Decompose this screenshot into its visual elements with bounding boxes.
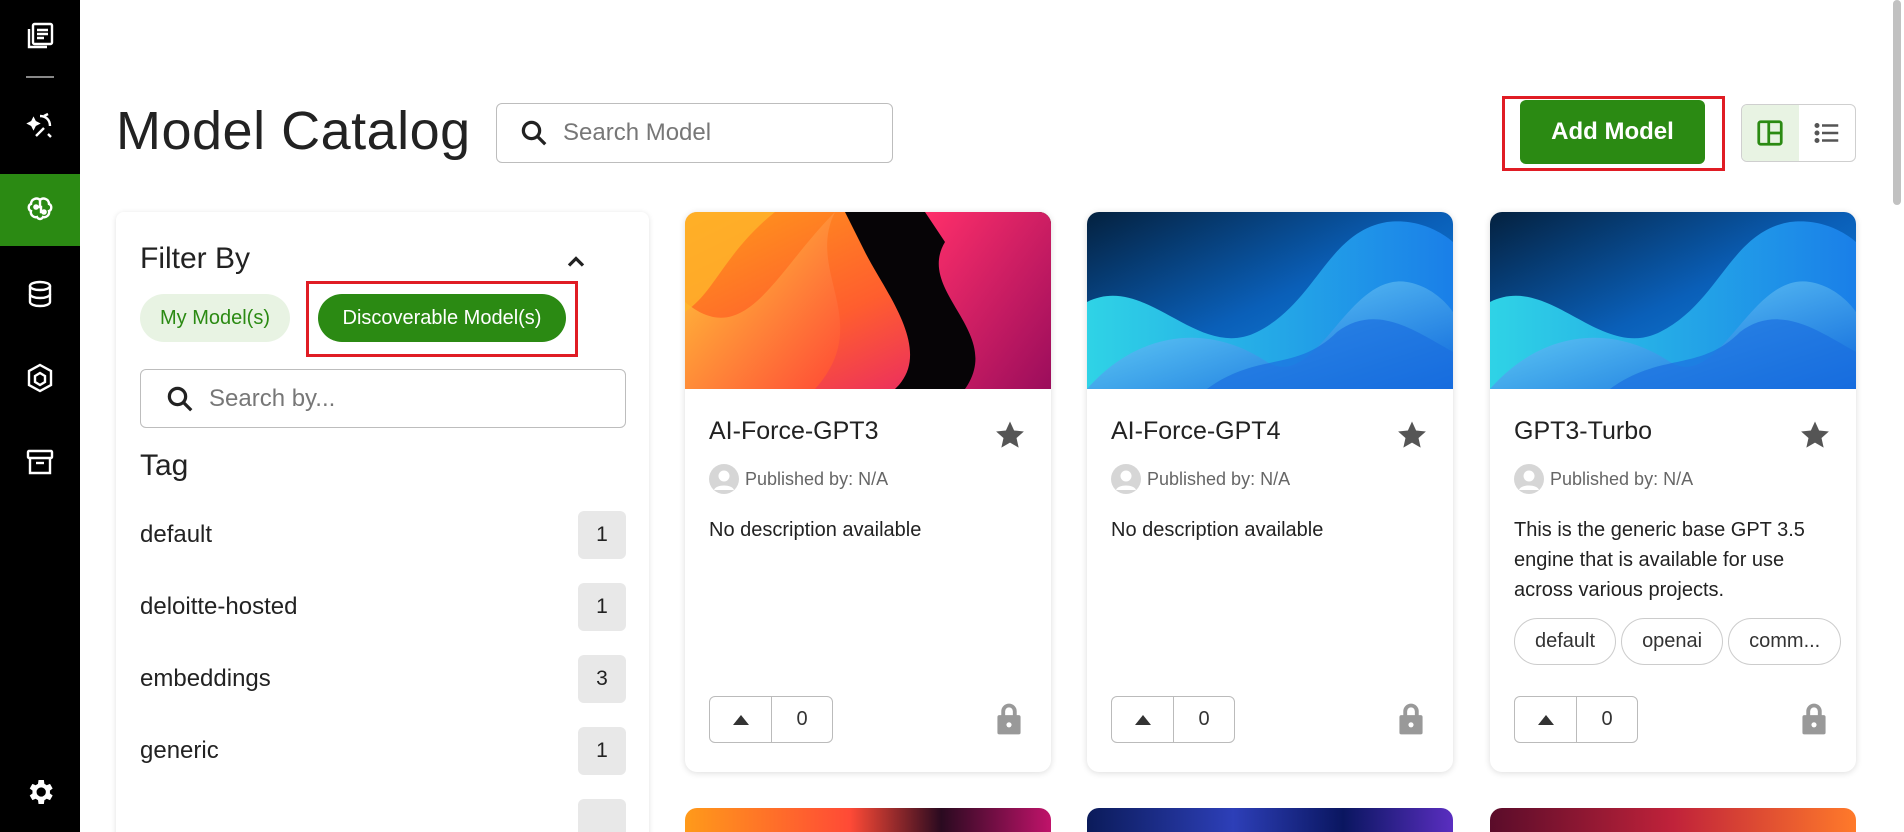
- card-cover-image: [1490, 212, 1856, 389]
- page-scrollbar[interactable]: [1893, 0, 1901, 205]
- star-icon[interactable]: [993, 418, 1027, 452]
- notebook-icon: [27, 22, 54, 49]
- nav-ai[interactable]: [0, 90, 80, 162]
- search-icon: [521, 120, 547, 146]
- tag-name: default: [140, 521, 213, 548]
- card-tag[interactable]: comm...: [1728, 618, 1842, 665]
- card-description: No description available: [709, 519, 922, 541]
- filter-panel: Filter By My Model(s) Discoverable Model…: [116, 212, 649, 832]
- lock-icon: [1399, 703, 1423, 735]
- upvote-button[interactable]: [1112, 697, 1174, 742]
- vote-count: 0: [1601, 708, 1613, 730]
- grid-view-button[interactable]: [1742, 105, 1799, 161]
- card-cover-image: [1087, 212, 1453, 389]
- tag-name: generic: [140, 737, 219, 764]
- my-models-chip[interactable]: My Model(s): [140, 294, 290, 342]
- tag-name: deloitte-hosted: [140, 593, 298, 620]
- brain-icon: [27, 197, 53, 221]
- avatar-icon: [1514, 464, 1544, 494]
- tag-count-partial: [578, 799, 626, 832]
- archive-icon: [26, 449, 54, 475]
- nav-divider: [26, 76, 54, 78]
- add-model-button[interactable]: Add Model: [1520, 100, 1705, 164]
- left-nav: [0, 0, 80, 832]
- triangle-up-icon: [732, 714, 749, 725]
- tag-heading: Tag: [140, 449, 189, 482]
- card-tags: default openai comm...: [1514, 618, 1842, 665]
- upvote-control: 0: [1514, 696, 1638, 743]
- card-title: AI-Force-GPT4: [1111, 417, 1281, 445]
- model-card-partial[interactable]: [1087, 808, 1453, 832]
- nav-settings[interactable]: [0, 756, 80, 828]
- card-description: This is the generic base GPT 3.5 engine …: [1514, 519, 1805, 601]
- upvote-button[interactable]: [710, 697, 772, 742]
- star-icon[interactable]: [1798, 418, 1832, 452]
- card-title: GPT3-Turbo: [1514, 417, 1653, 445]
- nav-packages[interactable]: [0, 342, 80, 414]
- nav-data[interactable]: [0, 258, 80, 330]
- tag-count: 1: [578, 727, 626, 775]
- model-card[interactable]: AI-Force-GPT3 Published by: N/A No descr…: [685, 212, 1051, 772]
- search-icon: [167, 386, 193, 411]
- avatar-icon: [709, 464, 739, 494]
- card-tag[interactable]: openai: [1621, 618, 1724, 665]
- triangle-up-icon: [1537, 714, 1554, 725]
- model-search[interactable]: [496, 103, 893, 163]
- tag-count: 1: [578, 583, 626, 631]
- database-icon: [28, 280, 52, 308]
- tag-item[interactable]: [140, 798, 626, 832]
- vote-count: 0: [1198, 708, 1210, 730]
- tag-search[interactable]: [140, 369, 626, 428]
- tag-item[interactable]: generic 1: [140, 726, 626, 776]
- card-publisher: Published by: N/A: [1111, 464, 1290, 494]
- tag-search-input[interactable]: [209, 384, 589, 413]
- chevron-up-icon[interactable]: [562, 248, 590, 276]
- app-root: Model Catalog Add Model Filter By My Mod…: [0, 0, 1904, 832]
- lock-icon: [997, 703, 1021, 735]
- list-view-button[interactable]: [1799, 105, 1856, 161]
- tag-item[interactable]: deloitte-hosted 1: [140, 582, 626, 632]
- ai-sparkle-icon: [26, 112, 52, 138]
- star-icon[interactable]: [1395, 418, 1429, 452]
- cube-icon: [27, 363, 53, 393]
- tag-item[interactable]: default 1: [140, 510, 626, 560]
- vote-count: 0: [796, 708, 808, 730]
- grid-view-icon: [1757, 120, 1783, 146]
- lock-icon: [1802, 703, 1826, 735]
- card-tag[interactable]: default: [1514, 618, 1617, 665]
- nav-notebook[interactable]: [0, 0, 80, 72]
- publisher-text: Published by: N/A: [745, 468, 889, 489]
- card-publisher: Published by: N/A: [709, 464, 888, 494]
- tag-count: 1: [578, 511, 626, 559]
- publisher-text: Published by: N/A: [1550, 468, 1694, 489]
- nav-models[interactable]: [0, 174, 80, 246]
- nav-archive[interactable]: [0, 426, 80, 498]
- card-publisher: Published by: N/A: [1514, 464, 1693, 494]
- settings-gear-icon: [29, 780, 53, 804]
- card-cover-image: [685, 212, 1051, 389]
- model-search-input[interactable]: [563, 119, 863, 147]
- card-description: No description available: [1111, 519, 1324, 541]
- model-card-partial[interactable]: [1490, 808, 1856, 832]
- filter-title: Filter By: [140, 242, 251, 275]
- model-card[interactable]: GPT3-Turbo Published by: N/A This is the…: [1490, 212, 1856, 772]
- upvote-button[interactable]: [1515, 697, 1577, 742]
- page-title: Model Catalog: [116, 101, 471, 161]
- tag-name: embeddings: [140, 665, 271, 692]
- publisher-text: Published by: N/A: [1147, 468, 1291, 489]
- triangle-up-icon: [1134, 714, 1151, 725]
- discoverable-models-chip[interactable]: Discoverable Model(s): [318, 294, 566, 342]
- tag-count: 3: [578, 655, 626, 703]
- upvote-control: 0: [1111, 696, 1235, 743]
- card-title: AI-Force-GPT3: [709, 417, 879, 445]
- model-card-partial[interactable]: [685, 808, 1051, 832]
- view-toggle: [1741, 104, 1856, 162]
- model-card[interactable]: AI-Force-GPT4 Published by: N/A No descr…: [1087, 212, 1453, 772]
- list-view-icon: [1814, 123, 1838, 143]
- avatar-icon: [1111, 464, 1141, 494]
- tag-item[interactable]: embeddings 3: [140, 654, 626, 704]
- upvote-control: 0: [709, 696, 833, 743]
